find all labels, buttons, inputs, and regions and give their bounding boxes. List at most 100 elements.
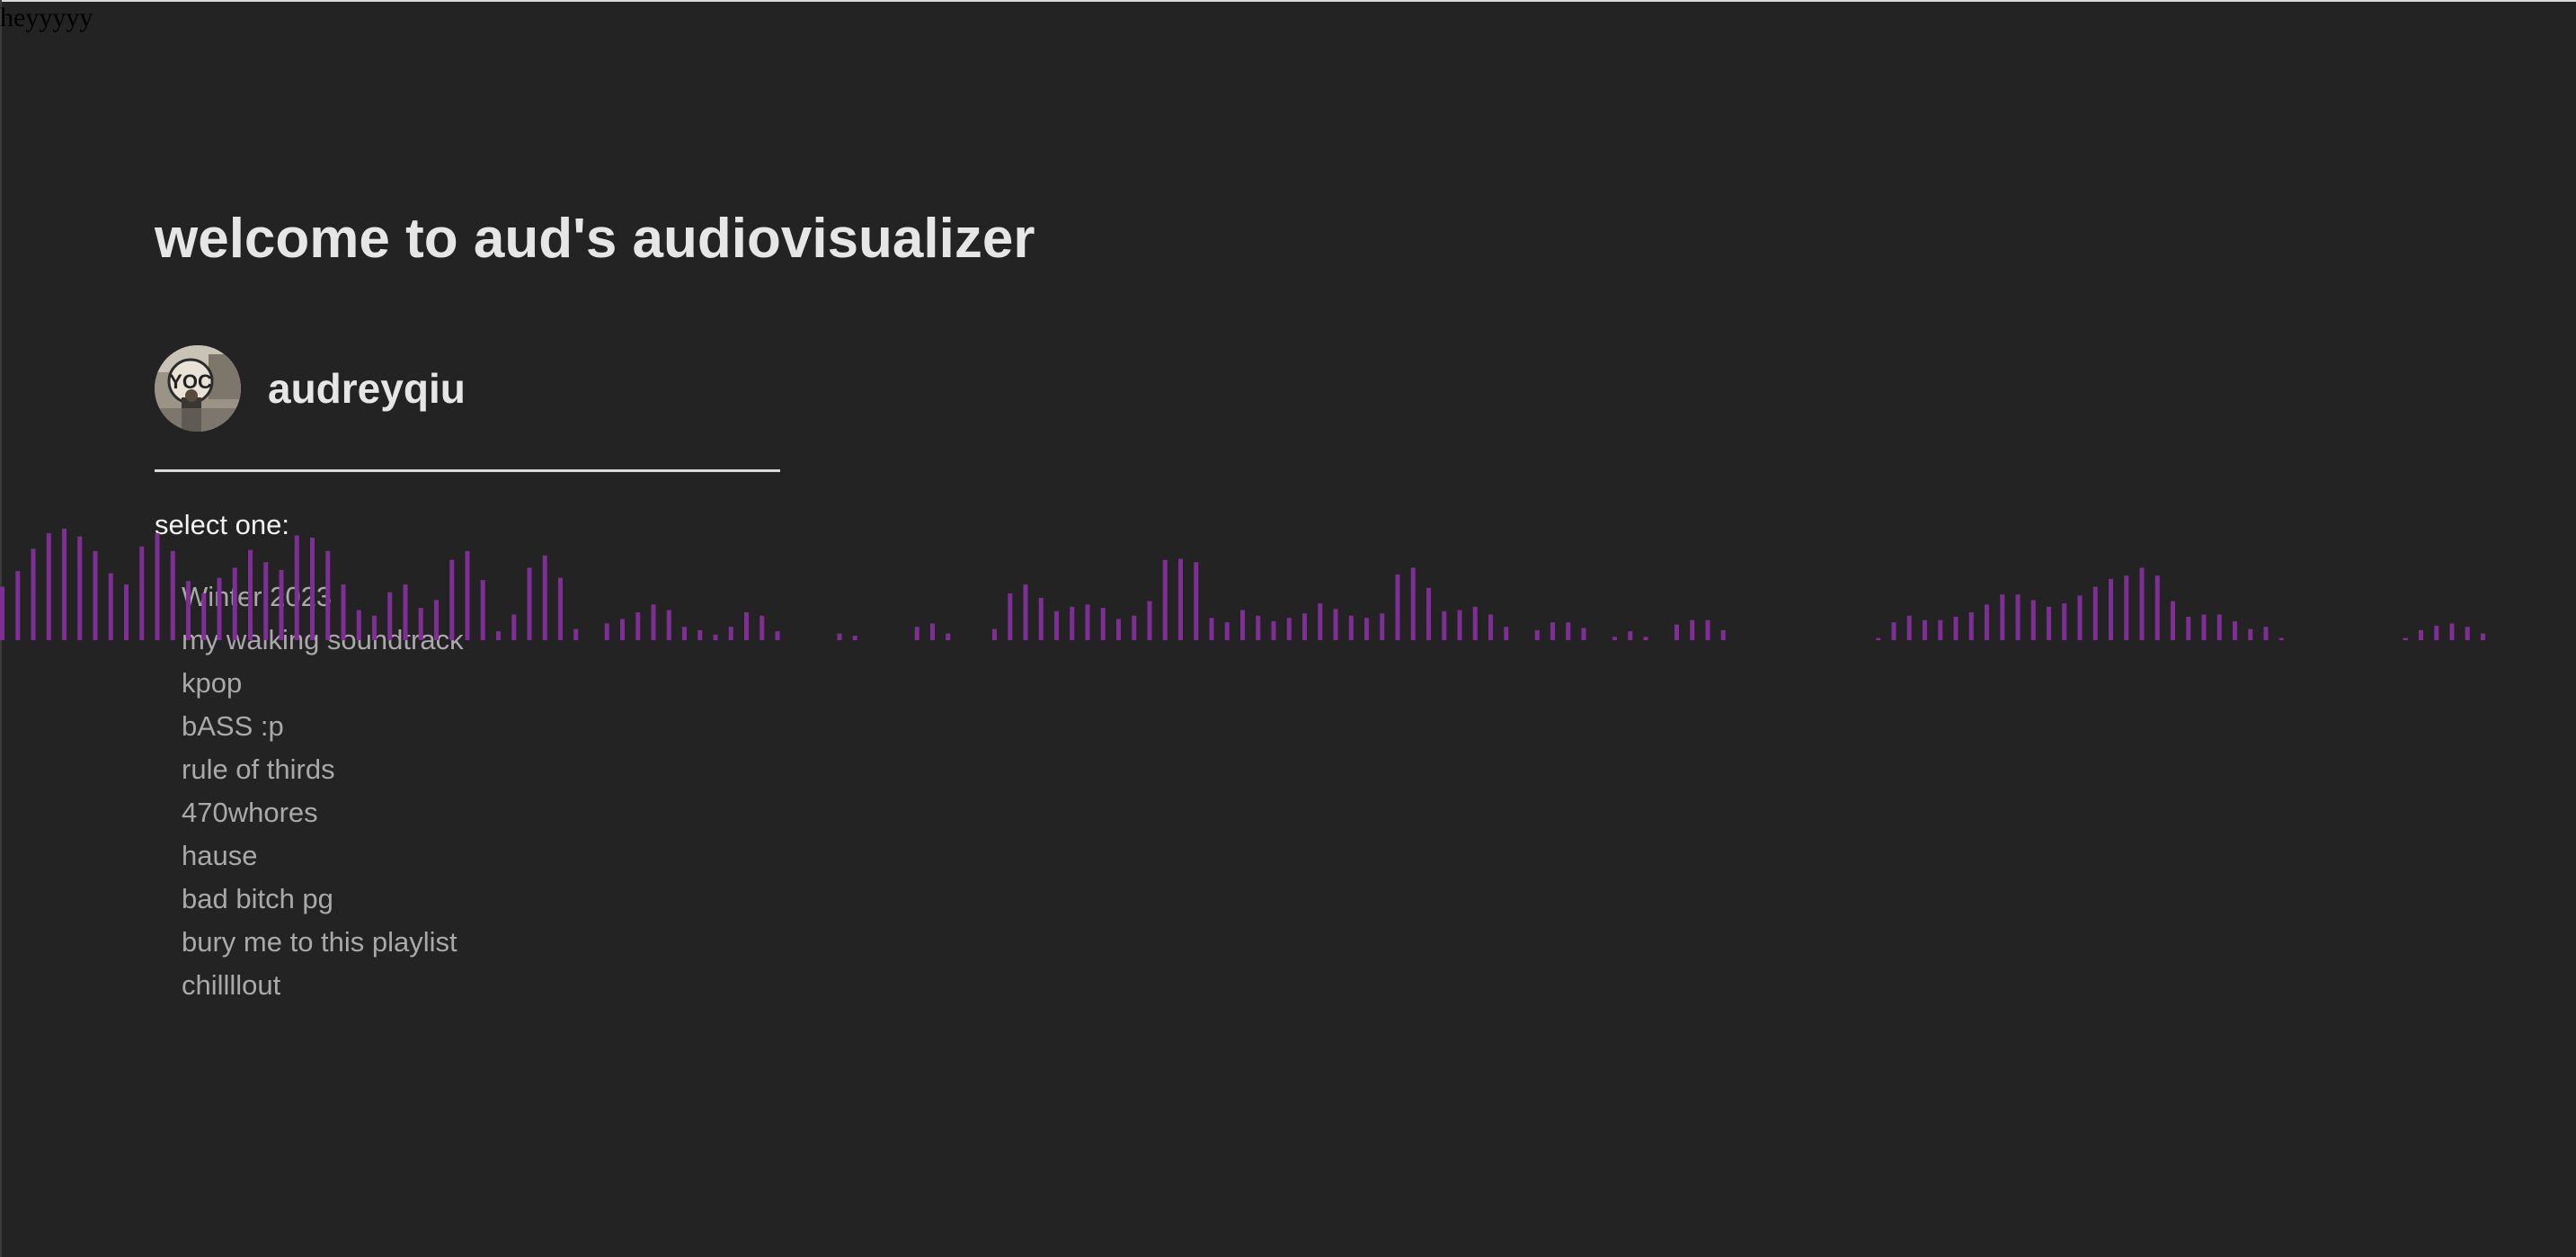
visualizer-bar xyxy=(124,584,129,640)
visualizer-bar xyxy=(1178,558,1183,640)
visualizer-bar xyxy=(1938,620,1943,640)
visualizer-bar xyxy=(108,573,113,640)
visualizer-bar xyxy=(1395,574,1400,640)
visualizer-bar xyxy=(1472,606,1478,640)
visualizer-bar xyxy=(2465,627,2470,640)
visualizer-bar xyxy=(2403,637,2408,640)
visualizer-bar xyxy=(1628,631,1633,640)
visualizer-bar xyxy=(713,634,718,640)
visualizer-bar xyxy=(2047,606,2051,640)
visualizer-bar xyxy=(1705,620,1710,640)
visualizer-bar xyxy=(1333,609,1338,640)
visualizer-bar xyxy=(1488,614,1493,640)
visualizer-bar xyxy=(1690,620,1695,640)
visualizer-bar xyxy=(1348,615,1354,640)
visualizer-bar xyxy=(2092,586,2098,640)
playlist-list: Winter 2023 my walking soundtrack kpop b… xyxy=(182,575,464,1007)
visualizer-bar xyxy=(155,532,160,640)
visualizer-bar xyxy=(1953,616,1959,640)
visualizer-bar xyxy=(2124,575,2129,640)
visualizer-bar xyxy=(2201,614,2207,640)
visualizer-bar xyxy=(2109,578,2113,640)
visualizer-bar xyxy=(1985,604,1989,640)
visualizer-bar xyxy=(1132,615,1137,640)
visualizer-bar xyxy=(139,546,145,640)
visualizer-bar xyxy=(1581,628,1586,640)
visualizer-bar xyxy=(837,633,842,640)
debug-text: heyyyyy xyxy=(0,3,93,32)
visualizer-bar xyxy=(496,631,501,640)
playlist-item[interactable]: bad bitch pg xyxy=(182,878,464,921)
visualizer-bar xyxy=(46,532,51,640)
visualizer-bar xyxy=(1923,620,1927,640)
username[interactable]: audreyqiu xyxy=(268,364,466,413)
visualizer-bar xyxy=(2077,595,2083,640)
visualizer-bar xyxy=(1674,624,1679,640)
visualizer-bar xyxy=(2000,594,2005,640)
visualizer-bar xyxy=(1504,627,1509,640)
visualizer-bar xyxy=(170,550,175,640)
visualizer-bar xyxy=(1534,629,1540,640)
visualizer-bar xyxy=(651,604,656,640)
visualizer-bar xyxy=(527,567,532,640)
visualizer-bar xyxy=(31,548,36,640)
visualizer-bar xyxy=(620,619,625,640)
profile-photo-icon: YOC xyxy=(155,345,241,432)
visualizer-bar xyxy=(1008,593,1013,640)
visualizer-bar xyxy=(1612,637,1617,640)
visualizer-bar xyxy=(1085,604,1090,640)
visualizer-bar xyxy=(1643,637,1648,640)
visualizer-bar xyxy=(511,614,517,640)
visualizer-bar xyxy=(93,550,98,640)
visualizer-bar xyxy=(2139,567,2145,640)
visualizer-bar xyxy=(946,633,951,640)
visualizer-bar xyxy=(62,529,67,640)
visualizer-bar xyxy=(1566,622,1571,640)
visualizer-bar xyxy=(775,631,780,640)
visualizer-bar xyxy=(2062,603,2067,640)
visualizer-bar xyxy=(1318,603,1323,640)
playlist-item[interactable]: chillllout xyxy=(182,964,464,1007)
visualizer-bar xyxy=(2481,633,2485,640)
playlist-item[interactable]: kpop xyxy=(182,662,464,705)
visualizer-bar xyxy=(635,612,641,640)
visualizer-bar xyxy=(1906,615,1912,640)
visualizer-bar xyxy=(2419,629,2423,640)
visualizer-bar xyxy=(992,628,997,640)
visualizer-bar xyxy=(852,636,857,640)
playlist-item[interactable]: bASS :p xyxy=(182,705,464,748)
playlist-item[interactable]: my walking soundtrack xyxy=(182,619,464,662)
visualizer-bar xyxy=(1194,562,1199,640)
visualizer-bar xyxy=(1457,610,1462,640)
playlist-item[interactable]: 470whores xyxy=(182,791,464,834)
visualizer-bar xyxy=(15,571,21,640)
visualizer-bar xyxy=(930,623,935,640)
window-top-border xyxy=(0,0,2576,2)
visualizer-bar xyxy=(1410,567,1416,640)
playlist-item[interactable]: hause xyxy=(182,834,464,878)
visualizer-bar xyxy=(465,550,470,640)
visualizer-bar xyxy=(1550,622,1555,640)
visualizer-bar xyxy=(480,580,485,640)
visualizer-bar xyxy=(1240,610,1245,640)
visualizer-bar xyxy=(2171,601,2175,640)
playlist-item[interactable]: bury me to this playlist xyxy=(182,921,464,964)
avatar: YOC xyxy=(155,345,241,432)
playlist-item[interactable]: Winter 2023 xyxy=(182,575,464,619)
visualizer-bar xyxy=(1023,584,1028,640)
divider xyxy=(155,469,780,472)
visualizer-bar xyxy=(1442,611,1447,640)
visualizer-bar xyxy=(2186,616,2191,640)
visualizer-bar xyxy=(2233,620,2237,640)
visualizer-bar xyxy=(2263,627,2269,640)
visualizer-bar xyxy=(77,536,83,640)
visualizer-bar xyxy=(1968,612,1974,640)
visualizer-bar xyxy=(1720,629,1726,640)
visualizer-bar xyxy=(604,623,609,640)
visualizer-bar xyxy=(2449,623,2455,640)
visualizer-bar xyxy=(666,610,671,640)
visualizer-bar xyxy=(573,628,579,640)
visualizer-bar xyxy=(1162,559,1168,640)
playlist-item[interactable]: rule of thirds xyxy=(182,748,464,791)
visualizer-bar xyxy=(744,612,749,640)
